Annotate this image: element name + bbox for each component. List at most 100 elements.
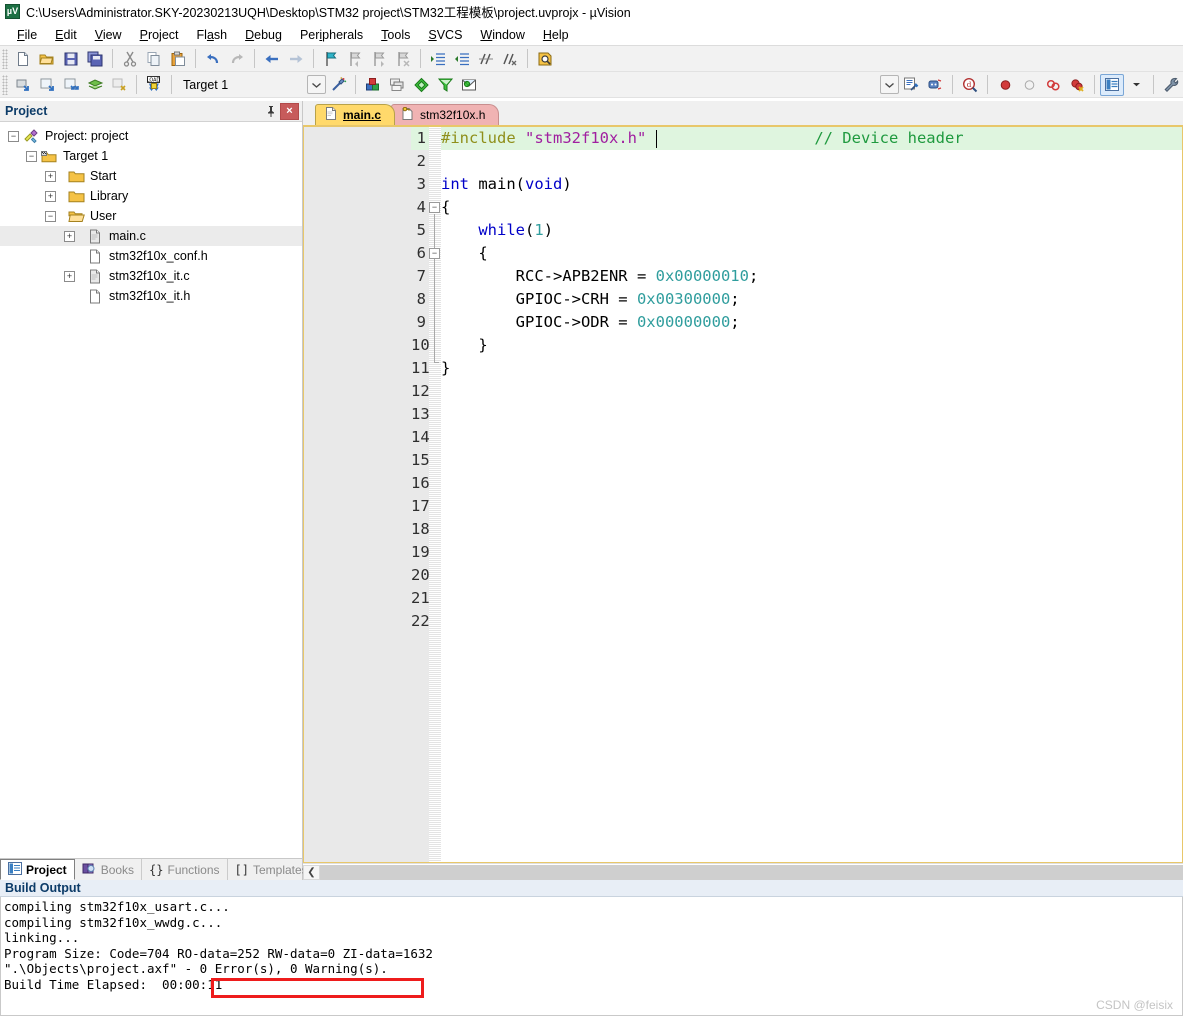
- uncomment-lines-icon[interactable]: [498, 48, 522, 70]
- menu-file[interactable]: File: [8, 26, 46, 44]
- fold-marker-line4[interactable]: −: [429, 202, 440, 213]
- expander-expand-icon[interactable]: +: [64, 230, 75, 242]
- scrollbar-track[interactable]: [320, 864, 1183, 880]
- chevron-left-icon[interactable]: ❮: [303, 864, 320, 880]
- fold-marker-line6[interactable]: −: [429, 248, 440, 259]
- multi-project-icon[interactable]: [385, 74, 409, 96]
- navigate-forward-icon[interactable]: [284, 48, 308, 70]
- expander-expand-icon[interactable]: +: [45, 170, 56, 182]
- code-line[interactable]: [441, 518, 1182, 541]
- target-options-icon[interactable]: [326, 74, 350, 96]
- code-line[interactable]: [441, 449, 1182, 472]
- code-line[interactable]: [441, 472, 1182, 495]
- menu-edit[interactable]: Edit: [46, 26, 86, 44]
- menu-peripherals[interactable]: Peripherals: [291, 26, 372, 44]
- wrench-icon[interactable]: [1159, 74, 1183, 96]
- code-line[interactable]: [441, 587, 1182, 610]
- save-icon[interactable]: [59, 48, 83, 70]
- rebuild-all-icon[interactable]: [59, 74, 83, 96]
- tree-item-project[interactable]: − Project: project: [0, 126, 302, 146]
- start-debug-icon[interactable]: [923, 74, 947, 96]
- chevron-down-icon[interactable]: [880, 75, 899, 94]
- indent-decrease-icon[interactable]: [450, 48, 474, 70]
- code-line[interactable]: [441, 495, 1182, 518]
- translate-file-icon[interactable]: [11, 74, 35, 96]
- paste-icon[interactable]: [166, 48, 190, 70]
- stop-build-icon[interactable]: [107, 74, 131, 96]
- code-line[interactable]: [441, 150, 1182, 173]
- toolbar-grip[interactable]: [2, 74, 8, 95]
- manage-runtime-icon[interactable]: [433, 74, 457, 96]
- navigate-back-icon[interactable]: [260, 48, 284, 70]
- code-line[interactable]: [441, 380, 1182, 403]
- bookmark-next-icon[interactable]: [367, 48, 391, 70]
- code-line[interactable]: {: [441, 196, 1182, 219]
- bookmark-clear-icon[interactable]: [391, 48, 415, 70]
- code-line[interactable]: GPIOC->ODR = 0x00000000;: [441, 311, 1182, 334]
- target-selector[interactable]: Target 1: [177, 74, 307, 96]
- cut-icon[interactable]: [118, 48, 142, 70]
- project-tree[interactable]: − Project: project − Target 1 + Start + …: [0, 122, 302, 858]
- expander-expand-icon[interactable]: +: [45, 190, 56, 202]
- expander-collapse-icon[interactable]: −: [26, 150, 37, 162]
- editor-horizontal-scrollbar[interactable]: ❮: [303, 863, 1183, 880]
- config-wizard-icon[interactable]: [899, 74, 923, 96]
- build-output-body[interactable]: compiling stm32f10x_usart.c... compiling …: [0, 897, 1183, 1016]
- menu-tools[interactable]: Tools: [372, 26, 419, 44]
- tree-item-stm32f10x-it-c[interactable]: + stm32f10x_it.c: [0, 266, 302, 286]
- editor-fold-column[interactable]: − −: [429, 127, 441, 862]
- menu-view[interactable]: View: [86, 26, 131, 44]
- editor-tab-stm32f10x-h[interactable]: stm32f10x.h: [391, 104, 500, 125]
- build-target-icon[interactable]: [35, 74, 59, 96]
- chevron-down-icon[interactable]: [1124, 74, 1148, 96]
- kill-all-breakpoints-icon[interactable]: [1065, 74, 1089, 96]
- save-all-icon[interactable]: [83, 48, 107, 70]
- editor-tab-main-c[interactable]: main.c: [315, 104, 396, 125]
- editor-bookmark-gutter[interactable]: [304, 127, 411, 862]
- code-line[interactable]: [441, 426, 1182, 449]
- code-line[interactable]: #include "stm32f10x.h" // Device header: [441, 127, 1182, 150]
- find-in-files-icon[interactable]: [533, 48, 557, 70]
- code-line[interactable]: [441, 403, 1182, 426]
- download-icon[interactable]: LOAD: [142, 74, 166, 96]
- menu-svcs[interactable]: SVCS: [419, 26, 471, 44]
- menu-window[interactable]: Window: [471, 26, 533, 44]
- tree-item-user[interactable]: − User: [0, 206, 302, 226]
- code-line[interactable]: {: [441, 242, 1182, 265]
- pin-icon[interactable]: [262, 103, 280, 120]
- tree-item-stm32f10x-it-h[interactable]: stm32f10x_it.h: [0, 286, 302, 306]
- bookmark-prev-icon[interactable]: [343, 48, 367, 70]
- redo-icon[interactable]: [225, 48, 249, 70]
- project-window-icon[interactable]: [1100, 73, 1124, 96]
- toolbar-grip[interactable]: [2, 48, 8, 69]
- comment-lines-icon[interactable]: [474, 48, 498, 70]
- tab-project[interactable]: Project: [0, 859, 75, 880]
- tree-item-target[interactable]: − Target 1: [0, 146, 302, 166]
- manage-project-items-icon[interactable]: [361, 74, 385, 96]
- enable-disable-breakpoint-icon[interactable]: [1017, 74, 1041, 96]
- indent-increase-icon[interactable]: [426, 48, 450, 70]
- code-line[interactable]: [441, 564, 1182, 587]
- undo-icon[interactable]: [201, 48, 225, 70]
- software-packs-icon[interactable]: [457, 74, 481, 96]
- code-line[interactable]: RCC->APB2ENR = 0x00000010;: [441, 265, 1182, 288]
- bookmark-toggle-icon[interactable]: [319, 48, 343, 70]
- insert-breakpoint-icon[interactable]: [993, 74, 1017, 96]
- disable-all-breakpoints-icon[interactable]: [1041, 74, 1065, 96]
- close-icon[interactable]: ×: [280, 102, 299, 120]
- batch-build-icon[interactable]: [83, 74, 107, 96]
- tree-item-start[interactable]: + Start: [0, 166, 302, 186]
- chevron-down-icon[interactable]: [307, 75, 326, 94]
- expander-collapse-icon[interactable]: −: [8, 130, 19, 142]
- code-line[interactable]: }: [441, 334, 1182, 357]
- tree-item-stm32f10x-conf-h[interactable]: stm32f10x_conf.h: [0, 246, 302, 266]
- code-line[interactable]: GPIOC->CRH = 0x00300000;: [441, 288, 1182, 311]
- code-line[interactable]: while(1): [441, 219, 1182, 242]
- find-symbol-icon[interactable]: d: [958, 74, 982, 96]
- expander-collapse-icon[interactable]: −: [45, 210, 56, 222]
- code-line[interactable]: }: [441, 357, 1182, 380]
- pack-installer-icon[interactable]: [409, 74, 433, 96]
- tab-books[interactable]: Books: [75, 859, 143, 880]
- code-line[interactable]: [441, 610, 1182, 633]
- expander-expand-icon[interactable]: +: [64, 270, 75, 282]
